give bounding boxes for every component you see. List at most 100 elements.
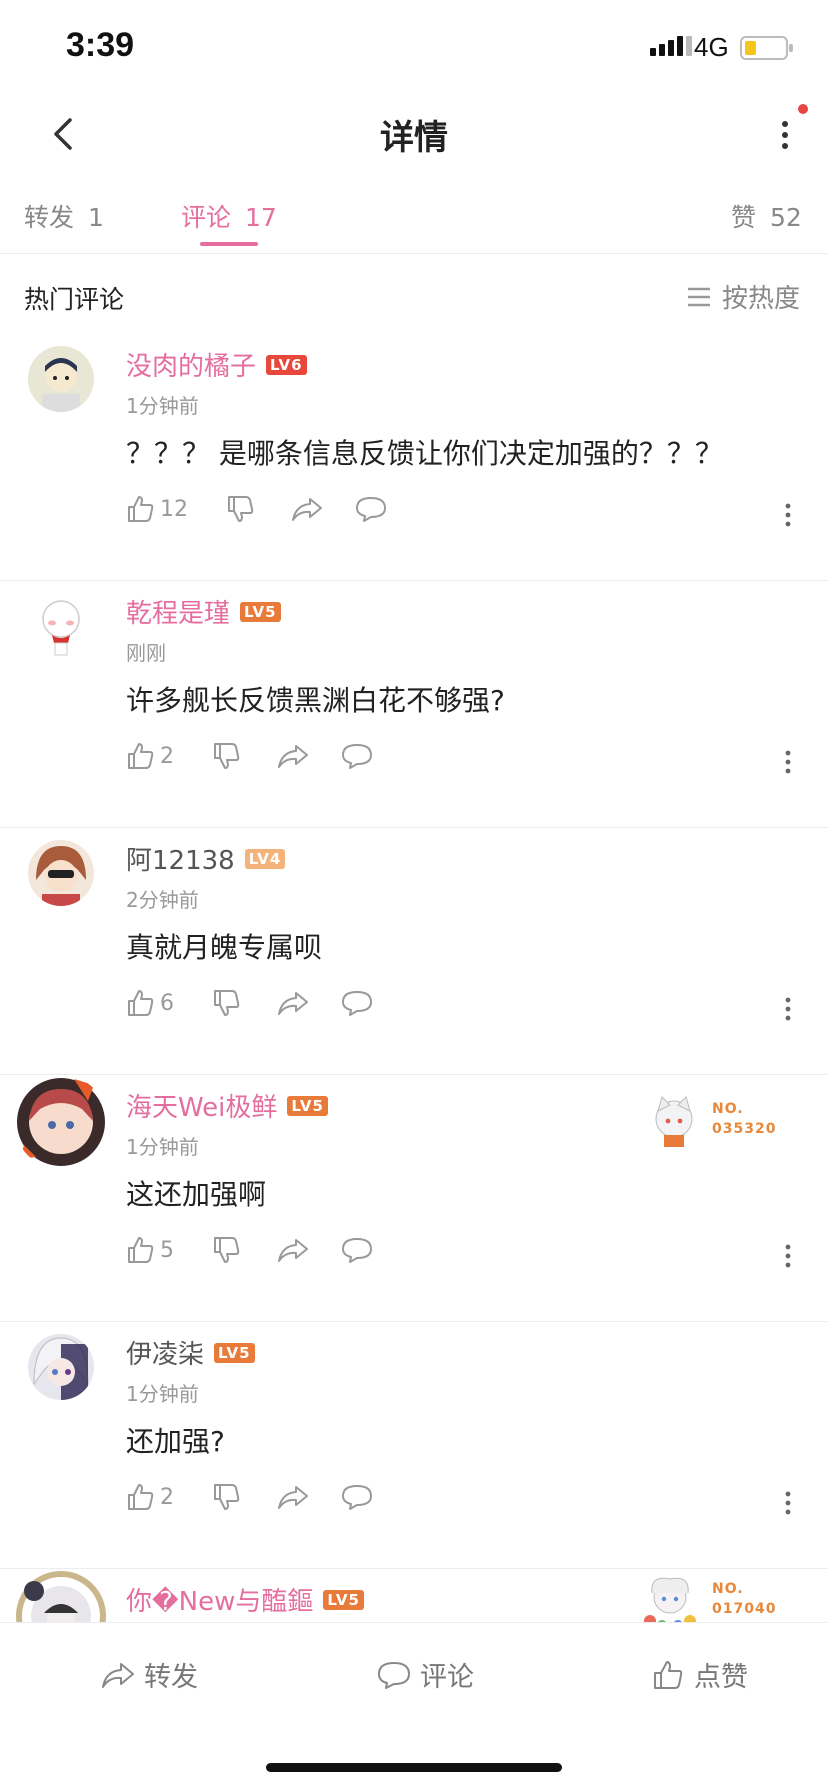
like-button[interactable]: 2 — [126, 741, 174, 771]
share-arrow-icon — [278, 1486, 308, 1509]
reply-button[interactable] — [340, 988, 374, 1018]
share-button[interactable] — [276, 741, 310, 771]
bottom-action-bar: 转发 评论 点赞 — [0, 1622, 828, 1792]
comment-time: 1分钟前 — [126, 1382, 199, 1406]
reply-button[interactable] — [340, 1482, 374, 1512]
home-indicator — [266, 1763, 562, 1772]
share-arrow-icon — [292, 498, 322, 521]
thumbs-down-icon — [214, 743, 240, 769]
more-vertical-icon — [782, 121, 788, 149]
avatar[interactable] — [28, 593, 94, 659]
thumbs-up-icon — [128, 1484, 154, 1510]
active-tab-indicator — [200, 242, 258, 246]
comment-text: 这还加强啊 — [126, 1178, 267, 1211]
forward-button[interactable]: 转发 — [100, 1655, 198, 1694]
tab-forward[interactable]: 转发 1 — [24, 198, 104, 234]
like-button[interactable]: 2 — [126, 1482, 174, 1512]
comment-more-button[interactable] — [780, 500, 796, 530]
avatar[interactable] — [28, 346, 94, 412]
tab-comments[interactable]: 评论 17 — [181, 198, 277, 234]
thumbs-up-icon — [128, 496, 154, 522]
thumbs-up-icon — [128, 1237, 154, 1263]
thumbs-up-icon — [654, 1660, 683, 1689]
comment-time: 1分钟前 — [126, 1135, 199, 1159]
comment-more-button[interactable] — [780, 747, 796, 777]
comment-more-button[interactable] — [780, 994, 796, 1024]
username[interactable]: 乾程是瑾 LV5 — [126, 593, 281, 630]
comment-label: 评论 — [420, 1662, 474, 1693]
thumbs-up-icon — [128, 743, 154, 769]
avatar[interactable] — [28, 1334, 94, 1400]
share-arrow-icon — [102, 1662, 134, 1688]
share-button[interactable] — [276, 1235, 310, 1265]
dislike-button[interactable] — [212, 988, 242, 1018]
dislike-button[interactable] — [212, 1235, 242, 1265]
thumbs-up-icon — [128, 990, 154, 1016]
share-arrow-icon — [278, 992, 308, 1015]
username[interactable]: 阿12138 LV4 — [126, 840, 286, 877]
status-bar: 3:39 4G — [0, 0, 828, 90]
share-button[interactable] — [290, 494, 324, 524]
dislike-button[interactable] — [226, 494, 256, 524]
reply-button[interactable] — [340, 741, 374, 771]
like-button[interactable]: 12 — [126, 494, 188, 524]
like-count: 2 — [160, 1484, 174, 1510]
sort-button[interactable]: 按热度 — [686, 278, 800, 315]
username[interactable]: 伊凌柒 LV5 — [126, 1334, 255, 1371]
more-vertical-icon — [785, 750, 791, 774]
notification-dot — [798, 104, 808, 114]
dislike-button[interactable] — [212, 1482, 242, 1512]
like-count: 2 — [160, 743, 174, 769]
like-button[interactable]: 6 — [126, 988, 174, 1018]
dislike-button[interactable] — [212, 741, 242, 771]
more-vertical-icon — [785, 997, 791, 1021]
more-vertical-icon — [785, 503, 791, 527]
reply-button[interactable] — [340, 1235, 374, 1265]
comment-item: 海天Wei极鲜 LV5 NO. 035320 1分钟前 这还加强啊 5 — [0, 1075, 828, 1322]
battery-icon — [740, 36, 793, 60]
avatar[interactable] — [28, 840, 94, 906]
hot-comments-header: 热门评论 按热度 — [0, 254, 828, 334]
section-title: 热门评论 — [24, 285, 125, 314]
comment-actions: 2 — [126, 741, 374, 771]
comment-item: 伊凌柒 LV5 1分钟前 还加强? 2 — [0, 1322, 828, 1569]
share-button[interactable] — [276, 988, 310, 1018]
more-vertical-icon — [785, 1491, 791, 1515]
reply-button[interactable] — [354, 494, 388, 524]
tab-likes[interactable]: 赞 52 — [731, 198, 802, 234]
signal-icon — [650, 36, 692, 56]
comment-item: 没肉的橘子 LV6 1分钟前 ？？？ 是哪条信息反馈让你们决定加强的？？？ 12 — [0, 334, 828, 581]
comment-time: 2分钟前 — [126, 888, 199, 912]
username[interactable]: 海天Wei极鲜 LV5 — [126, 1087, 328, 1124]
tab-bar: 转发 1 评论 17 赞 52 — [0, 180, 828, 254]
like-button[interactable]: 5 — [126, 1235, 174, 1265]
comment-actions: 12 — [126, 494, 388, 524]
comment-actions: 6 — [126, 988, 374, 1018]
thumbs-down-icon — [214, 1484, 240, 1510]
level-badge: LV6 — [266, 354, 307, 375]
comment-list: 没肉的橘子 LV6 1分钟前 ？？？ 是哪条信息反馈让你们决定加强的？？？ 12 … — [0, 334, 828, 1661]
comment-more-button[interactable] — [780, 1488, 796, 1518]
like-count: 12 — [160, 496, 188, 522]
comment-text: 还加强? — [126, 1425, 225, 1458]
chat-bubble-icon — [342, 1238, 372, 1263]
share-arrow-icon — [278, 1239, 308, 1262]
like-post-button[interactable]: 点赞 — [652, 1655, 748, 1694]
chat-bubble-icon — [378, 1661, 410, 1689]
comment-text: 真就月魄专属呗 — [126, 931, 323, 964]
username[interactable]: 没肉的橘子 LV6 — [126, 346, 307, 383]
chat-bubble-icon — [342, 744, 372, 769]
share-button[interactable] — [276, 1482, 310, 1512]
more-button[interactable] — [770, 110, 800, 160]
chibi-character-icon — [655, 1096, 693, 1147]
like-label: 点赞 — [694, 1662, 748, 1693]
comment-more-button[interactable] — [780, 1241, 796, 1271]
username[interactable]: 你�New与醢鏂 LV5 — [126, 1581, 364, 1618]
avatar[interactable] — [14, 1075, 108, 1169]
thumbs-down-icon — [214, 1237, 240, 1263]
thumbs-down-icon — [214, 990, 240, 1016]
forward-label: 转发 — [144, 1662, 198, 1693]
nav-bar: 详情 — [0, 90, 828, 180]
comment-button[interactable]: 评论 — [376, 1655, 474, 1694]
share-arrow-icon — [278, 745, 308, 768]
